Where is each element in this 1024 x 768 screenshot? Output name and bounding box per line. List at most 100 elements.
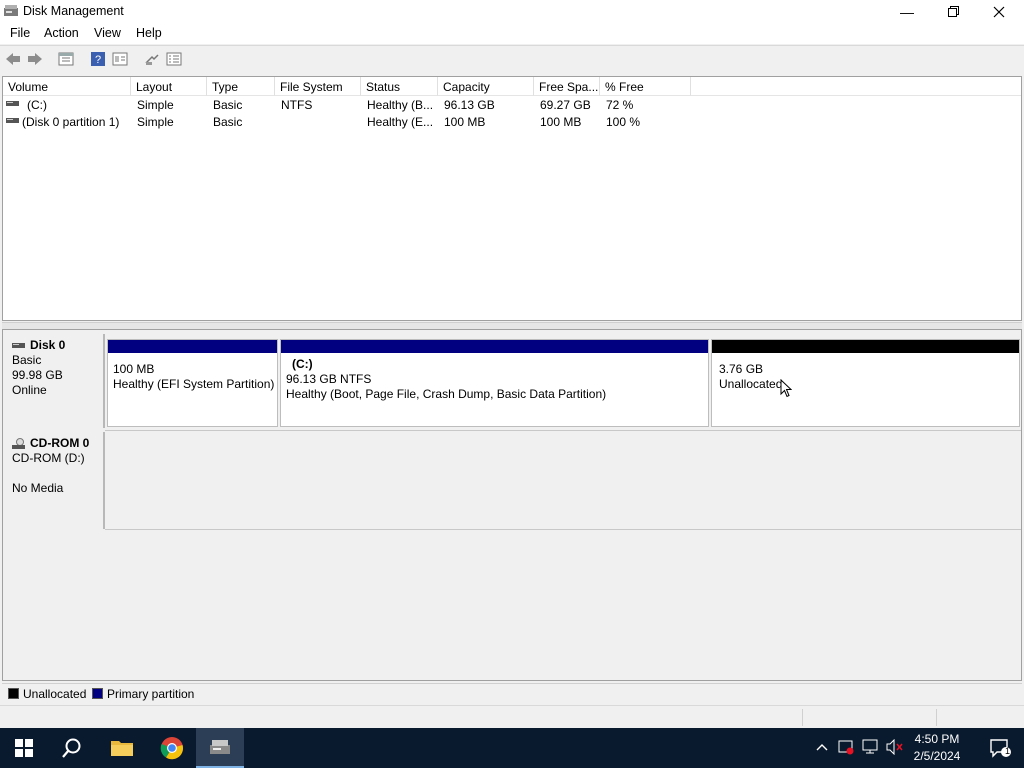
disk-management-icon: [210, 740, 230, 754]
legend-label-unallocated: Unallocated: [23, 687, 87, 701]
minimize-icon: —: [900, 3, 914, 20]
disk-0-label[interactable]: Disk 0 Basic 99.98 GB Online: [3, 334, 105, 428]
partition-c-title: (C:): [292, 357, 313, 371]
menu-view[interactable]: View: [94, 26, 121, 40]
network-icon[interactable]: [862, 739, 879, 755]
partition-efi-size: 100 MB: [113, 362, 155, 376]
cell-capacity: 100 MB: [444, 115, 486, 129]
volume-muted-icon[interactable]: [886, 739, 904, 755]
action-center-button[interactable]: 1: [976, 728, 1024, 768]
column-header-capacity[interactable]: Capacity: [438, 77, 534, 96]
cdrom-0-type: CD-ROM (D:): [12, 451, 85, 465]
legend: Unallocated Primary partition: [2, 683, 1022, 704]
rescan-disks-icon[interactable]: [144, 51, 160, 67]
column-header-type[interactable]: Type: [207, 77, 275, 96]
status-bar: [0, 705, 1024, 729]
primary-partition-bar: [281, 340, 708, 353]
partition-c-status: Healthy (Boot, Page File, Crash Dump, Ba…: [286, 387, 607, 401]
cell-type: Basic: [213, 98, 243, 112]
column-header-file-system[interactable]: File System: [275, 77, 361, 96]
minimize-button[interactable]: —: [884, 0, 930, 23]
primary-partition-bar: [108, 340, 277, 353]
menu-bar: File Action View Help: [0, 23, 1024, 44]
close-button[interactable]: [976, 0, 1022, 23]
search-icon: [62, 738, 81, 758]
menu-file[interactable]: File: [10, 26, 30, 40]
back-arrow-icon[interactable]: [5, 51, 21, 67]
partition-c-size: 96.13 GB NTFS: [286, 372, 372, 386]
cell-free-space: 69.27 GB: [540, 98, 591, 112]
partition-efi-status: Healthy (EFI System Partition): [113, 377, 275, 391]
cell-free-space: 100 MB: [540, 115, 582, 129]
disk-graphical-view: Disk 0 Basic 99.98 GB Online 100 MB Heal…: [2, 329, 1022, 681]
volume-drive-icon: [6, 101, 19, 106]
partition-efi[interactable]: 100 MB Healthy (EFI System Partition): [107, 339, 278, 427]
windows-logo-icon: [15, 739, 33, 757]
forward-arrow-icon[interactable]: [27, 51, 43, 67]
cell-capacity: 96.13 GB: [444, 98, 495, 112]
cdrom-0-state: No Media: [12, 481, 64, 495]
volume-drive-icon: [6, 118, 19, 123]
column-header-empty: [691, 77, 1021, 96]
row-divider: [105, 529, 1021, 530]
taskbar: 4:50 PM 2/5/2024 1: [0, 728, 1024, 768]
title-bar: Disk Management —: [0, 0, 1024, 23]
hard-disk-icon: [12, 343, 25, 348]
disk-management-task-button[interactable]: [196, 728, 244, 768]
show-hide-tree-icon[interactable]: [58, 51, 74, 67]
table-row[interactable]: (Disk 0 partition 1) Simple Basic Health…: [3, 113, 1021, 130]
cd-drive-icon: [12, 437, 25, 449]
restore-button[interactable]: [930, 0, 976, 23]
mouse-cursor-icon: [780, 379, 792, 398]
cell-type: Basic: [213, 115, 243, 129]
cell-status: Healthy (E...: [367, 115, 434, 129]
disk-0-size: 99.98 GB: [12, 368, 63, 382]
file-explorer-button[interactable]: [98, 728, 146, 768]
status-divider: [936, 709, 937, 726]
column-header-free-space[interactable]: Free Spa...: [534, 77, 600, 96]
column-header-status[interactable]: Status: [361, 77, 438, 96]
close-icon: [993, 6, 1005, 17]
chrome-icon: [160, 737, 184, 760]
cdrom-0-size: [12, 466, 103, 481]
disk-0-name: Disk 0: [30, 338, 66, 352]
disk-0-type: Basic: [12, 353, 42, 367]
unallocated-bar: [712, 340, 1019, 353]
properties-icon[interactable]: [112, 51, 128, 67]
column-header-layout[interactable]: Layout: [131, 77, 207, 96]
cell-volume: (Disk 0 partition 1): [22, 115, 120, 129]
unallocated-status: Unallocated: [719, 377, 783, 391]
search-button[interactable]: [48, 728, 96, 768]
legend-swatch-unallocated: [8, 688, 19, 699]
cell-layout: Simple: [137, 98, 174, 112]
table-row[interactable]: (C:) Simple Basic NTFS Healthy (B... 96.…: [3, 96, 1021, 113]
clock-date[interactable]: 2/5/2024: [904, 749, 970, 763]
cell-status: Healthy (B...: [367, 98, 434, 112]
checklist-icon[interactable]: [166, 51, 182, 67]
partition-c[interactable]: (C:) 96.13 GB NTFS Healthy (Boot, Page F…: [280, 339, 709, 427]
column-header-volume[interactable]: Volume: [3, 77, 131, 96]
clock-time[interactable]: 4:50 PM: [904, 732, 970, 746]
partition-unallocated[interactable]: 3.76 GB Unallocated: [711, 339, 1020, 427]
column-header-percent-free[interactable]: % Free: [600, 77, 691, 96]
cdrom-0-name: CD-ROM 0: [30, 436, 90, 450]
show-hidden-icons-chevron-up-icon[interactable]: [816, 742, 828, 752]
cell-layout: Simple: [137, 115, 174, 129]
legend-label-primary: Primary partition: [107, 687, 195, 701]
help-icon[interactable]: ?: [90, 51, 106, 67]
start-button[interactable]: [0, 728, 48, 768]
cell-percent-free: 100 %: [606, 115, 641, 129]
row-divider: [105, 430, 1021, 431]
menu-action[interactable]: Action: [44, 26, 79, 40]
menu-help[interactable]: Help: [136, 26, 162, 40]
cell-volume: (C:): [27, 98, 47, 112]
window-title: Disk Management: [23, 4, 124, 18]
cell-percent-free: 72 %: [606, 98, 634, 112]
status-divider: [802, 709, 803, 726]
restore-icon: [947, 6, 959, 17]
volume-list: Volume Layout Type File System Status Ca…: [2, 76, 1022, 321]
folder-icon: [111, 741, 133, 756]
security-notification-icon[interactable]: [838, 739, 854, 755]
cdrom-0-label[interactable]: CD-ROM 0 CD-ROM (D:) No Media: [3, 432, 105, 529]
chrome-button[interactable]: [148, 728, 196, 768]
